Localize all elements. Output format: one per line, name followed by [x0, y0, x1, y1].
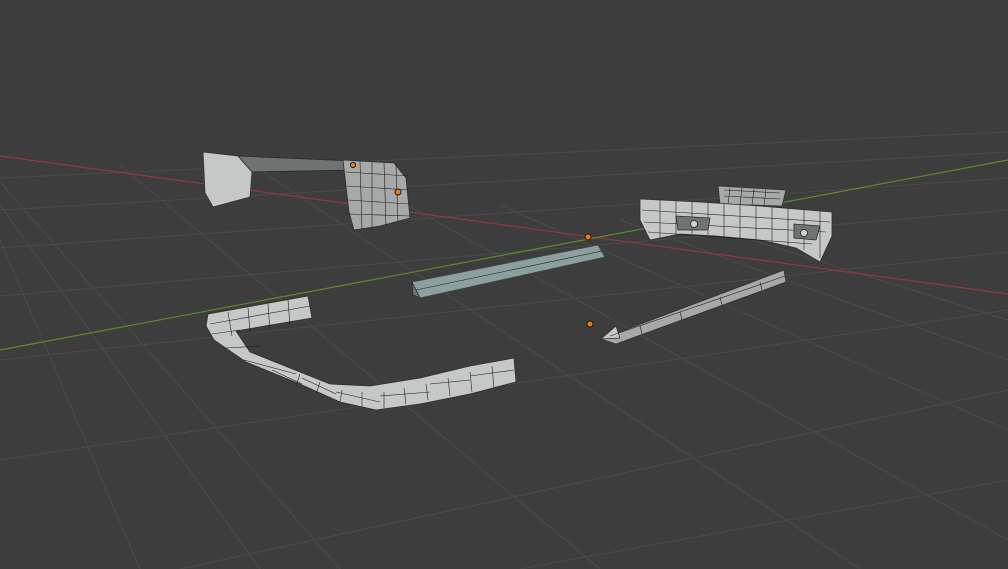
floor-grid [0, 131, 1008, 569]
spoiler-vertex-dot [349, 161, 357, 169]
3d-viewport[interactable] [0, 0, 1008, 569]
side-skirt-left-origin[interactable] [584, 233, 592, 241]
viewport-scene[interactable] [0, 0, 1008, 569]
y-axis-line [0, 159, 1008, 351]
side-skirt-left-object[interactable] [411, 233, 606, 299]
side-skirt-right-object[interactable] [586, 269, 787, 345]
rear-bumper-lip-object[interactable] [205, 295, 517, 411]
rear-spoiler-object[interactable] [202, 151, 411, 231]
side-skirt-right-origin[interactable] [586, 320, 594, 328]
front-bumper-object[interactable] [639, 185, 833, 263]
spoiler-origin-dot[interactable] [394, 188, 402, 196]
